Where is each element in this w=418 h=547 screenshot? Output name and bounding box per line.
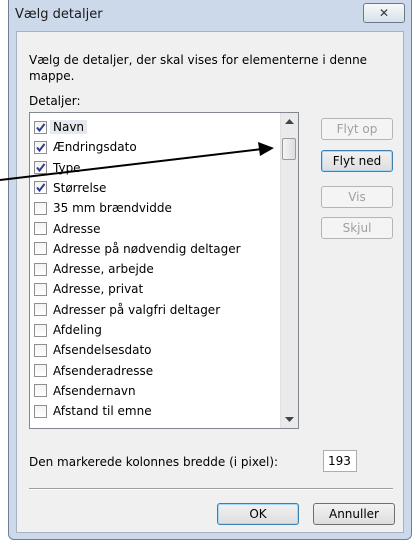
column-width-input[interactable]	[323, 450, 357, 472]
list-item-label: Type	[53, 160, 81, 175]
checkbox[interactable]	[34, 343, 47, 357]
list-item[interactable]: Afsendernavn	[34, 381, 136, 401]
checkbox[interactable]	[34, 384, 47, 398]
checkbox[interactable]	[34, 303, 47, 317]
checkbox[interactable]	[34, 222, 47, 235]
checkbox[interactable]	[34, 323, 47, 337]
list-item[interactable]: Afsenderadresse	[34, 361, 153, 381]
list-item[interactable]: Afsendelsesdato	[34, 340, 151, 360]
list-item[interactable]: Ændringsdato	[34, 137, 137, 157]
list-item-label: 35 mm brændvidde	[53, 201, 172, 216]
checkbox[interactable]	[34, 201, 47, 215]
show-button[interactable]: Vis	[321, 186, 393, 208]
checkbox[interactable]	[34, 120, 47, 134]
list-item[interactable]: Afstand til emne	[34, 401, 152, 421]
cancel-button[interactable]: Annuller	[313, 503, 395, 525]
list-item-label: Ændringsdato	[53, 140, 137, 155]
checkbox[interactable]	[34, 364, 47, 378]
list-item[interactable]: Adresser på valgfri deltager	[34, 300, 220, 320]
check-icon	[36, 183, 46, 193]
list-item[interactable]: Type	[34, 158, 81, 178]
list-item[interactable]: Afdeling	[34, 320, 102, 340]
listbox-scrollbar[interactable]	[280, 113, 298, 428]
checkbox[interactable]	[34, 161, 47, 175]
scroll-up-arrow-icon[interactable]	[281, 113, 298, 130]
list-item[interactable]: Adresse	[34, 219, 101, 239]
list-item-label: Adresser på valgfri deltager	[53, 302, 221, 317]
list-item[interactable]: Navn	[34, 117, 88, 137]
dialog-window: Vælg detaljer ✕ Vælg de detaljer, der sk…	[8, 0, 412, 540]
column-width-label: Den markerede kolonnes bredde (i pixel):	[29, 455, 279, 469]
dialog-client-area: Vælg de detaljer, der skal vises for ele…	[16, 31, 404, 533]
checkbox[interactable]	[34, 404, 47, 418]
list-item-label: Afsendernavn	[53, 383, 136, 398]
checkbox[interactable]	[34, 262, 47, 276]
list-item-label: Afstand til emne	[53, 404, 152, 419]
close-button[interactable]: ✕	[363, 3, 405, 23]
move-up-button[interactable]: Flyt op	[321, 118, 393, 140]
ok-button[interactable]: OK	[217, 503, 299, 525]
list-item[interactable]: Adresse, privat	[34, 279, 143, 299]
list-item-label: Afsendelsesdato	[53, 343, 152, 358]
checkbox[interactable]	[34, 181, 47, 195]
checkbox[interactable]	[34, 242, 47, 256]
check-icon	[36, 163, 46, 173]
scroll-thumb[interactable]	[282, 138, 296, 160]
list-item-label: Afsenderadresse	[53, 363, 154, 378]
checkbox[interactable]	[34, 282, 47, 296]
list-item-label: Afdeling	[53, 323, 102, 337]
list-item-label: Størrelse	[53, 180, 107, 195]
list-item-label: Adresse, arbejde	[53, 262, 154, 277]
details-label: Detaljer:	[29, 94, 81, 108]
move-down-button[interactable]: Flyt ned	[321, 150, 393, 172]
list-item-label: Adresse	[53, 221, 101, 236]
close-icon: ✕	[378, 6, 390, 20]
divider	[29, 488, 393, 490]
list-item[interactable]: 35 mm brændvidde	[34, 198, 172, 218]
list-item[interactable]: Adresse på nødvendig deltager	[34, 239, 241, 259]
scroll-down-arrow-icon[interactable]	[281, 411, 298, 428]
hide-button[interactable]: Skjul	[321, 217, 393, 239]
details-listbox[interactable]: Navn Ændringsdato Type Størrelse 35 mm brænd…	[29, 112, 299, 429]
list-item-label: Navn	[50, 120, 88, 134]
checkbox[interactable]	[34, 140, 47, 154]
list-item-label: Adresse på nødvendig deltager	[53, 241, 241, 256]
check-icon	[36, 122, 46, 132]
window-title: Vælg detaljer	[15, 7, 103, 22]
dialog-description: Vælg de detaljer, der skal vises for ele…	[29, 53, 368, 83]
list-item-label: Adresse, privat	[53, 282, 144, 297]
check-icon	[36, 143, 46, 152]
list-item[interactable]: Adresse, arbejde	[34, 259, 154, 279]
list-item[interactable]: Størrelse	[34, 178, 106, 198]
